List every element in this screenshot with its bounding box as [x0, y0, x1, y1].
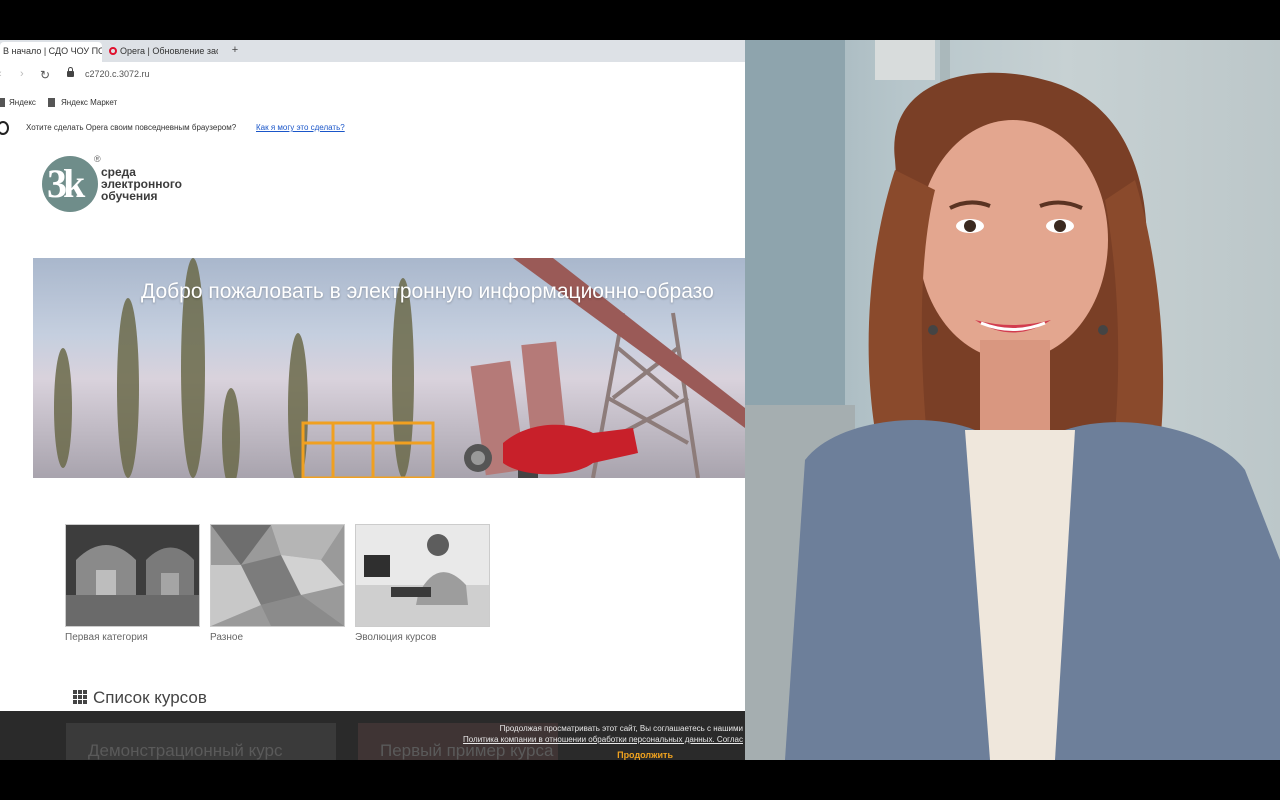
registered-mark: ® [94, 154, 101, 164]
forward-icon[interactable]: › [20, 68, 24, 80]
arches-image [66, 525, 199, 626]
course-card[interactable]: Демонстрационный курс [66, 723, 336, 760]
courses-heading-text: Список курсов [93, 688, 207, 707]
category-label[interactable]: Первая категория [65, 632, 200, 643]
opera-logo-icon [0, 121, 9, 135]
privacy-policy-link[interactable]: Политика компании в отношении обработки … [463, 735, 743, 744]
site-logo[interactable]: 3k ® среда электронного обучения [42, 154, 202, 216]
opera-icon [109, 47, 117, 55]
back-icon[interactable]: ‹ [0, 68, 2, 80]
cookie-continue-button[interactable]: Продолжить [617, 750, 673, 760]
category-label[interactable]: Эволюция курсов [355, 632, 490, 643]
category-card[interactable]: Эволюция курсов [355, 524, 490, 643]
grid-icon [73, 690, 88, 705]
lock-icon [67, 67, 74, 77]
letterbox-top [0, 0, 1280, 40]
category-card[interactable]: Разное [210, 524, 345, 643]
infobar-text: Хотите сделать Opera своим повседневным … [26, 123, 237, 132]
courses-heading: Список курсов [73, 688, 207, 708]
presenter-video [745, 40, 1280, 760]
logo-text: среда электронного обучения [101, 166, 182, 202]
default-browser-infobar: Хотите сделать Opera своим повседневным … [0, 116, 745, 141]
category-label[interactable]: Разное [210, 632, 345, 643]
bookmark-icon [48, 98, 55, 107]
tab-home[interactable]: В начало | СДО ЧОУ ПО [0, 42, 102, 62]
tab-label: Opera | Обновление зас [120, 46, 218, 56]
address-bar: ‹ › ↻ c2720.c.3072.ru [0, 62, 745, 91]
category-image [355, 524, 490, 627]
web-page: 3k ® среда электронного обучения Добро п… [0, 140, 745, 760]
tab-opera-update[interactable]: Opera | Обновление зас [106, 42, 218, 62]
url-field[interactable]: c2720.c.3072.ru [85, 69, 150, 79]
cookie-notice: Продолжая просматривать этот сайт, Вы со… [415, 711, 745, 760]
bookmark-yandex-market[interactable]: Яндекс Маркет [61, 98, 117, 107]
category-image [210, 524, 345, 627]
hero-banner: Добро пожаловать в электронную информаци… [33, 258, 745, 478]
tab-bar: В начало | СДО ЧОУ ПО Opera | Обновление… [0, 40, 745, 62]
polygon-pattern-image [211, 525, 344, 626]
bookmark-yandex[interactable]: Яндекс [9, 98, 36, 107]
bookmarks-bar: Яндекс Яндекс Маркет [0, 90, 745, 117]
browser-window: В начало | СДО ЧОУ ПО Opera | Обновление… [0, 40, 745, 760]
new-tab-button[interactable]: + [228, 44, 242, 58]
letterbox-bottom [0, 760, 1280, 800]
category-image [65, 524, 200, 627]
bookmark-icon [0, 98, 5, 107]
presenter-image [745, 40, 1280, 760]
cookie-text: Продолжая просматривать этот сайт, Вы со… [499, 724, 743, 733]
logo-line: обучения [101, 189, 158, 203]
infobar-link[interactable]: Как я могу это сделать? [256, 123, 345, 132]
banner-title: Добро пожаловать в электронную информаци… [141, 280, 714, 303]
logo-mark: 3k [47, 161, 85, 206]
category-card[interactable]: Первая категория [65, 524, 200, 643]
student-photo-image [356, 525, 489, 626]
reload-icon[interactable]: ↻ [40, 68, 50, 82]
